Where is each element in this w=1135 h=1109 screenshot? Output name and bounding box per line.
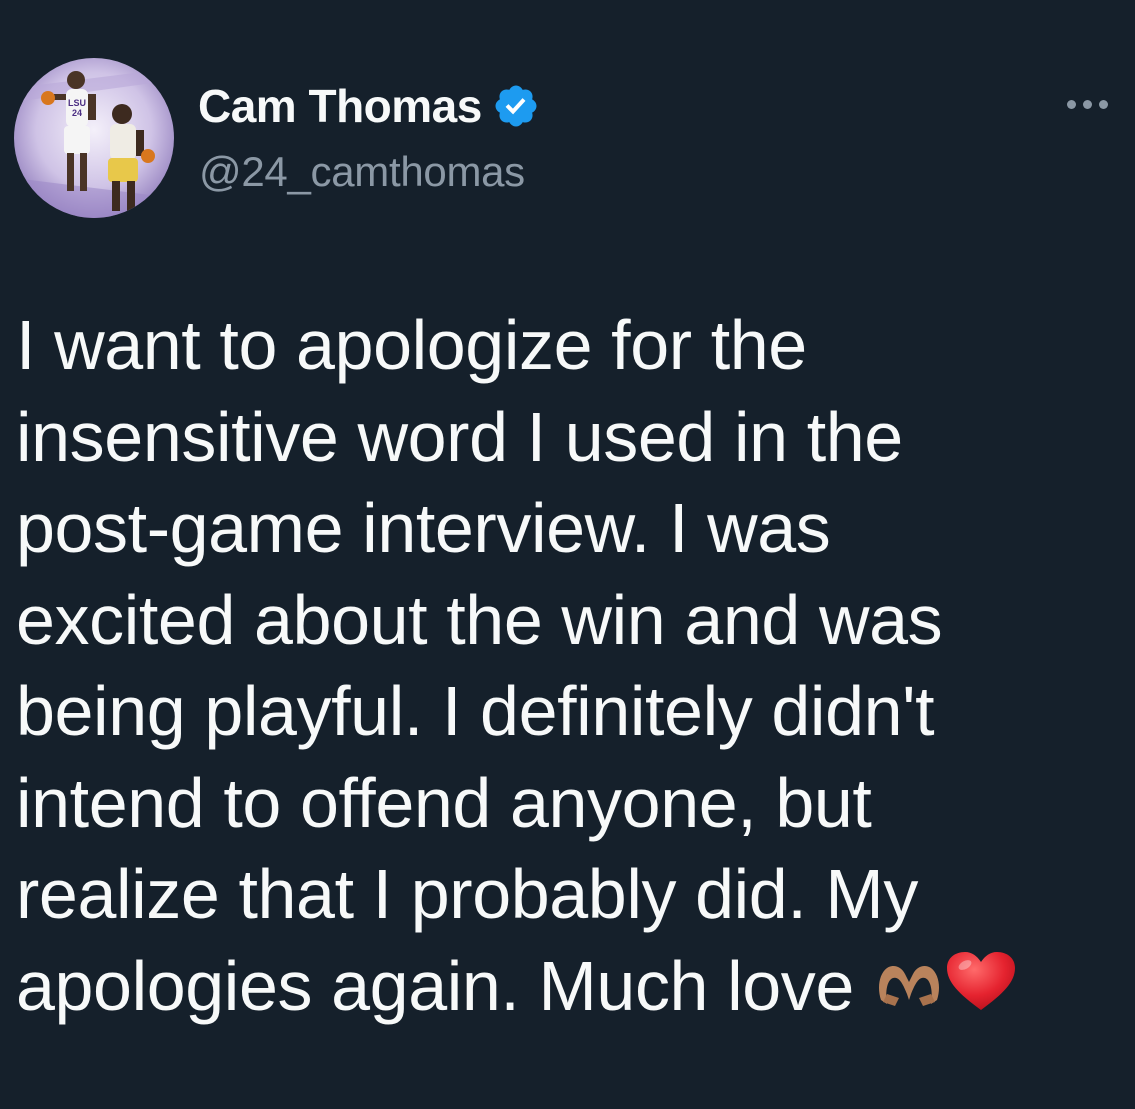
tweet-line: realize that I probably did. My bbox=[16, 855, 918, 933]
tweet-line: being playful. I definitely didn't bbox=[16, 672, 935, 750]
more-options-icon[interactable] bbox=[1058, 86, 1116, 122]
more-dot bbox=[1098, 99, 1108, 109]
avatar-jersey-number: 24 bbox=[72, 108, 82, 118]
tweet-line-last: apologies again. Much love bbox=[16, 941, 1116, 1037]
author-display-name[interactable]: Cam Thomas bbox=[198, 79, 482, 133]
tweet-line: I want to apologize for the bbox=[16, 306, 807, 384]
tweet-line: excited about the win and was bbox=[16, 580, 943, 659]
tweet-line: insensitive word I used in the bbox=[16, 397, 903, 476]
heart-hands-icon bbox=[873, 945, 945, 1037]
red-heart-icon bbox=[945, 945, 1017, 1037]
tweet-card: LSU 24 Cam Thomas @24_camthomas I want t… bbox=[0, 0, 1135, 1109]
more-dot bbox=[1066, 99, 1076, 109]
verified-badge-icon bbox=[492, 82, 540, 130]
avatar-jersey-text: LSU bbox=[68, 98, 86, 108]
more-dot bbox=[1082, 99, 1092, 109]
avatar-image: LSU 24 bbox=[14, 58, 174, 218]
tweet-line: post-game interview. I was bbox=[16, 489, 831, 567]
author-handle[interactable]: @24_camthomas bbox=[199, 148, 525, 196]
author-name-row[interactable]: Cam Thomas bbox=[198, 78, 540, 134]
tweet-line: intend to offend anyone, but bbox=[16, 763, 872, 842]
tweet-line-last-text: apologies again. Much love bbox=[16, 946, 854, 1025]
tweet-text: I want to apologize for the insensitive … bbox=[16, 300, 1116, 1036]
author-avatar[interactable]: LSU 24 bbox=[14, 58, 174, 218]
